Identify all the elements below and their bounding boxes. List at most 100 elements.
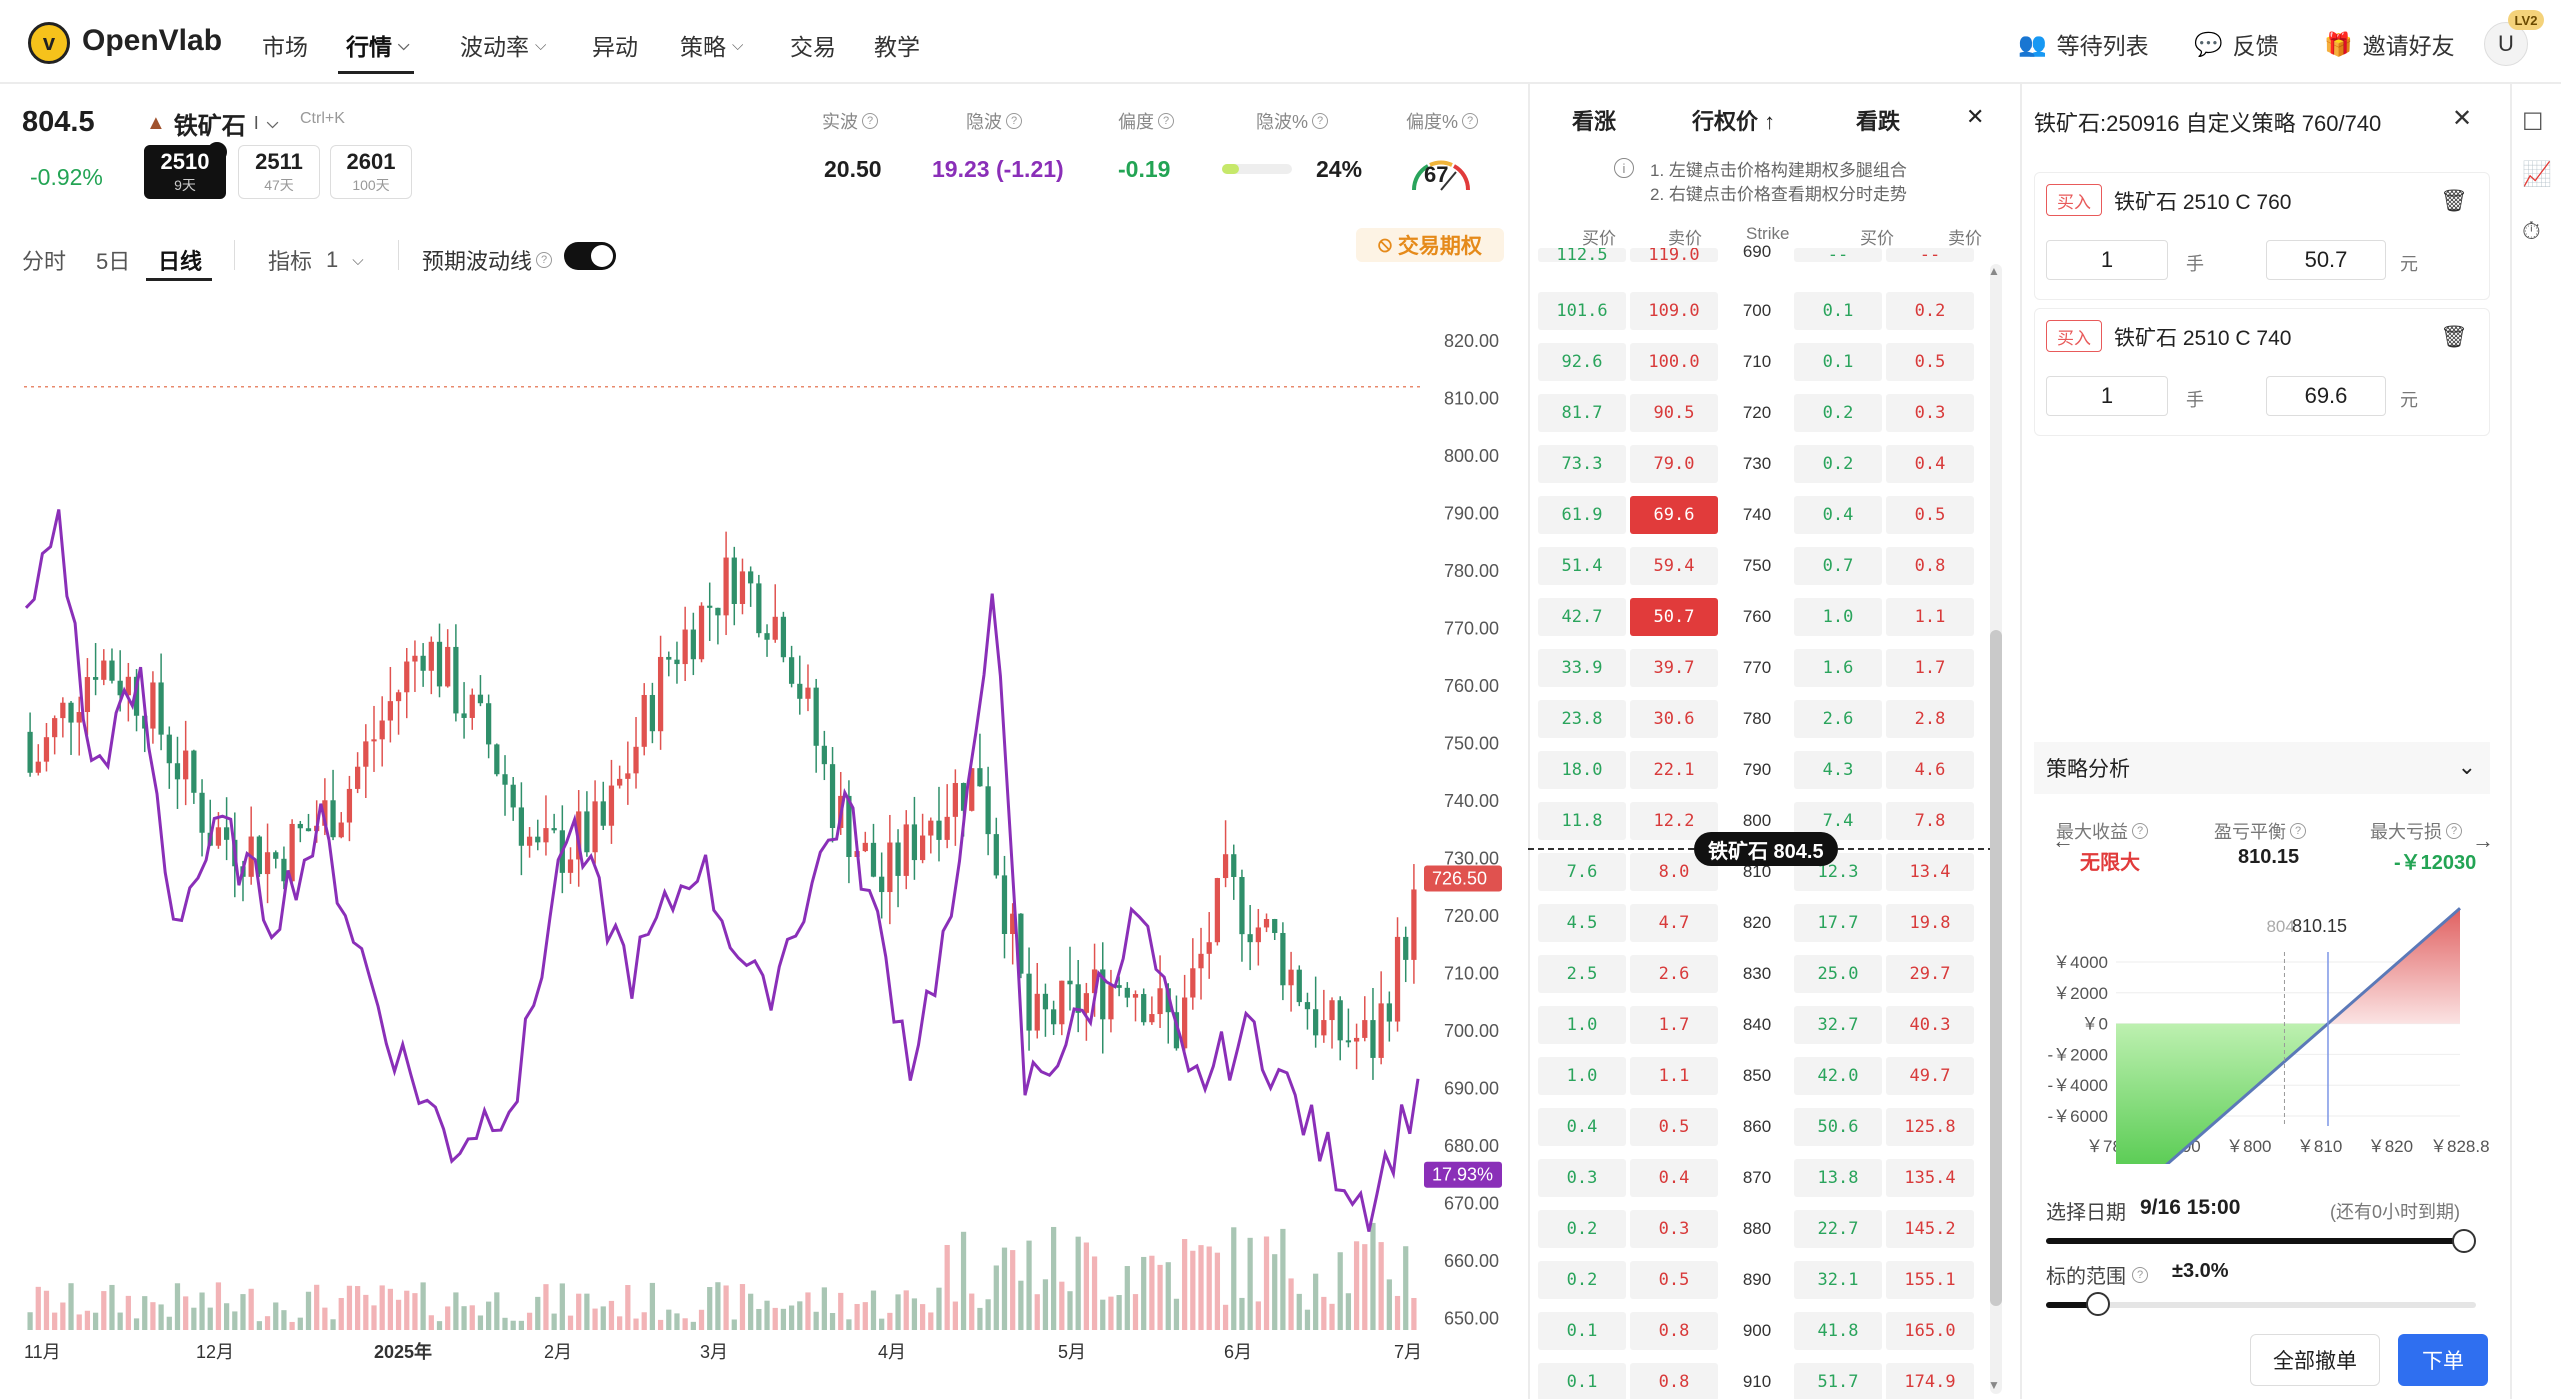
chain-cell-pa[interactable]: 145.2: [1886, 1210, 1974, 1248]
date-slider-track[interactable]: [2046, 1238, 2466, 1244]
chain-cell-pb[interactable]: 1.6: [1794, 649, 1882, 687]
chain-cell-cb[interactable]: 61.9: [1538, 496, 1626, 534]
tab-2[interactable]: 日线: [158, 244, 202, 276]
leg-qty-input[interactable]: 1: [2046, 376, 2168, 416]
timer-icon[interactable]: ⏱: [2522, 218, 2548, 245]
payoff-chart[interactable]: ￥4000￥2000￥0-￥2000-￥4000-￥6000￥780.2￥790…: [2036, 904, 2506, 1164]
chain-cell-cb[interactable]: 11.8: [1538, 802, 1626, 840]
tab-0[interactable]: 分时: [22, 244, 66, 276]
chain-cell-pb[interactable]: 2.6: [1794, 700, 1882, 738]
chain-cell-ca[interactable]: 79.0: [1630, 445, 1718, 483]
chain-cell-cb[interactable]: 73.3: [1538, 445, 1626, 483]
chain-cell-pa[interactable]: 1.7: [1886, 649, 1974, 687]
invite-link[interactable]: 🎁 邀请好友: [2324, 27, 2455, 61]
buy-tag[interactable]: 买入: [2046, 184, 2102, 216]
leg-qty-input[interactable]: 1: [2046, 240, 2168, 280]
chain-cell-pb[interactable]: --: [1794, 248, 1882, 262]
chain-cell-pa[interactable]: 2.8: [1886, 700, 1974, 738]
contract-chip-2510[interactable]: 2510 9天: [144, 145, 226, 199]
chain-cell-pb[interactable]: 32.1: [1794, 1261, 1882, 1299]
help-icon[interactable]: ?: [2290, 823, 2306, 839]
brand-name[interactable]: OpenVlab: [82, 24, 222, 58]
chain-cell-pa[interactable]: 4.6: [1886, 751, 1974, 789]
nav-item-0[interactable]: 市场: [262, 28, 308, 62]
chain-cell-pa[interactable]: 49.7: [1886, 1057, 1974, 1095]
chain-cell-ca[interactable]: 2.6: [1630, 955, 1718, 993]
chain-cell-pa[interactable]: 13.4: [1886, 853, 1974, 891]
chain-cell-cb[interactable]: 81.7: [1538, 394, 1626, 432]
chain-cell-pb[interactable]: 32.7: [1794, 1006, 1882, 1044]
leg-price-input[interactable]: 50.7: [2266, 240, 2386, 280]
chain-cell-pa[interactable]: 135.4: [1886, 1159, 1974, 1197]
underlying-selector[interactable]: ▲ 铁矿石 I ⌵: [146, 106, 278, 141]
chain-cell-ca[interactable]: 50.7: [1630, 598, 1718, 636]
chain-cell-cb[interactable]: 101.6: [1538, 292, 1626, 330]
chain-cell-pb[interactable]: 1.0: [1794, 598, 1882, 636]
chain-cell-ca[interactable]: 0.8: [1630, 1363, 1718, 1399]
close-icon[interactable]: ✕: [2452, 104, 2472, 133]
help-icon[interactable]: ?: [1158, 113, 1174, 129]
chain-cell-ca[interactable]: 100.0: [1630, 343, 1718, 381]
chain-cell-pa[interactable]: 40.3: [1886, 1006, 1974, 1044]
chain-cell-ca[interactable]: 22.1: [1630, 751, 1718, 789]
chain-cell-pa[interactable]: 165.0: [1886, 1312, 1974, 1350]
chain-cell-pa[interactable]: 0.5: [1886, 496, 1974, 534]
chain-cell-pb[interactable]: 4.3: [1794, 751, 1882, 789]
strike-header-sort[interactable]: 行权价 ↑: [1692, 104, 1775, 136]
chain-cell-cb[interactable]: 18.0: [1538, 751, 1626, 789]
place-order-button[interactable]: 下单: [2398, 1334, 2488, 1386]
chain-cell-pb[interactable]: 0.2: [1794, 394, 1882, 432]
bookmark-icon[interactable]: ☐: [2522, 108, 2548, 136]
help-icon[interactable]: ?: [1462, 113, 1479, 129]
chain-cell-ca[interactable]: 109.0: [1630, 292, 1718, 330]
chain-cell-ca[interactable]: 4.7: [1630, 904, 1718, 942]
chain-cell-pa[interactable]: 1.1: [1886, 598, 1974, 636]
nav-item-1[interactable]: 行情 ⌵: [346, 28, 409, 62]
help-icon[interactable]: ?: [2132, 1266, 2148, 1283]
chain-cell-cb[interactable]: 4.5: [1538, 904, 1626, 942]
chain-cell-pa[interactable]: 0.3: [1886, 394, 1974, 432]
chain-cell-pa[interactable]: 0.8: [1886, 547, 1974, 585]
feedback-link[interactable]: 💬 反馈: [2194, 27, 2279, 61]
contract-chip-2601[interactable]: 2601 100天: [330, 145, 412, 199]
chain-cell-cb[interactable]: 42.7: [1538, 598, 1626, 636]
chart-icon[interactable]: 📈: [2522, 160, 2552, 188]
chain-cell-cb[interactable]: 0.2: [1538, 1210, 1626, 1248]
trade-options-button[interactable]: ⦸ 交易期权: [1356, 228, 1504, 262]
chain-cell-cb[interactable]: 7.6: [1538, 853, 1626, 891]
logo-icon[interactable]: v: [28, 22, 70, 64]
chain-cell-pb[interactable]: 25.0: [1794, 955, 1882, 993]
chain-cell-ca[interactable]: 0.5: [1630, 1261, 1718, 1299]
chain-cell-cb[interactable]: 33.9: [1538, 649, 1626, 687]
close-icon[interactable]: ✕: [1966, 104, 1984, 130]
chain-cell-cb[interactable]: 0.4: [1538, 1108, 1626, 1146]
help-icon[interactable]: ?: [536, 252, 553, 268]
trash-icon[interactable]: 🗑: [2440, 188, 2468, 214]
chain-cell-pb[interactable]: 0.4: [1794, 496, 1882, 534]
chain-cell-pb[interactable]: 0.7: [1794, 547, 1882, 585]
leg-price-input[interactable]: 69.6: [2266, 376, 2386, 416]
chain-cell-pa[interactable]: 125.8: [1886, 1108, 1974, 1146]
nav-item-5[interactable]: 交易: [790, 28, 836, 62]
chain-cell-pb[interactable]: 0.2: [1794, 445, 1882, 483]
chain-cell-pa[interactable]: 19.8: [1886, 904, 1974, 942]
help-icon[interactable]: ?: [2446, 823, 2462, 839]
chain-cell-pb[interactable]: 0.1: [1794, 292, 1882, 330]
nav-item-6[interactable]: 教学: [874, 28, 920, 62]
chain-cell-cb[interactable]: 0.2: [1538, 1261, 1626, 1299]
chain-cell-pb[interactable]: 41.8: [1794, 1312, 1882, 1350]
chain-cell-pa[interactable]: 174.9: [1886, 1363, 1974, 1399]
chain-cell-ca[interactable]: 0.5: [1630, 1108, 1718, 1146]
scroll-up-icon[interactable]: ▲: [1988, 264, 2000, 278]
chain-cell-ca[interactable]: 59.4: [1630, 547, 1718, 585]
chain-cell-ca[interactable]: 0.4: [1630, 1159, 1718, 1197]
chain-cell-ca[interactable]: 69.6: [1630, 496, 1718, 534]
chain-cell-cb[interactable]: 0.1: [1538, 1363, 1626, 1399]
chain-cell-ca[interactable]: 30.6: [1630, 700, 1718, 738]
chain-cell-pa[interactable]: --: [1886, 248, 1974, 262]
chain-cell-ca[interactable]: 39.7: [1630, 649, 1718, 687]
chain-cell-cb[interactable]: 51.4: [1538, 547, 1626, 585]
contract-chip-2511[interactable]: 2511 47天: [238, 145, 320, 199]
chain-cell-ca[interactable]: 1.7: [1630, 1006, 1718, 1044]
expected-vol-toggle[interactable]: [564, 242, 616, 270]
